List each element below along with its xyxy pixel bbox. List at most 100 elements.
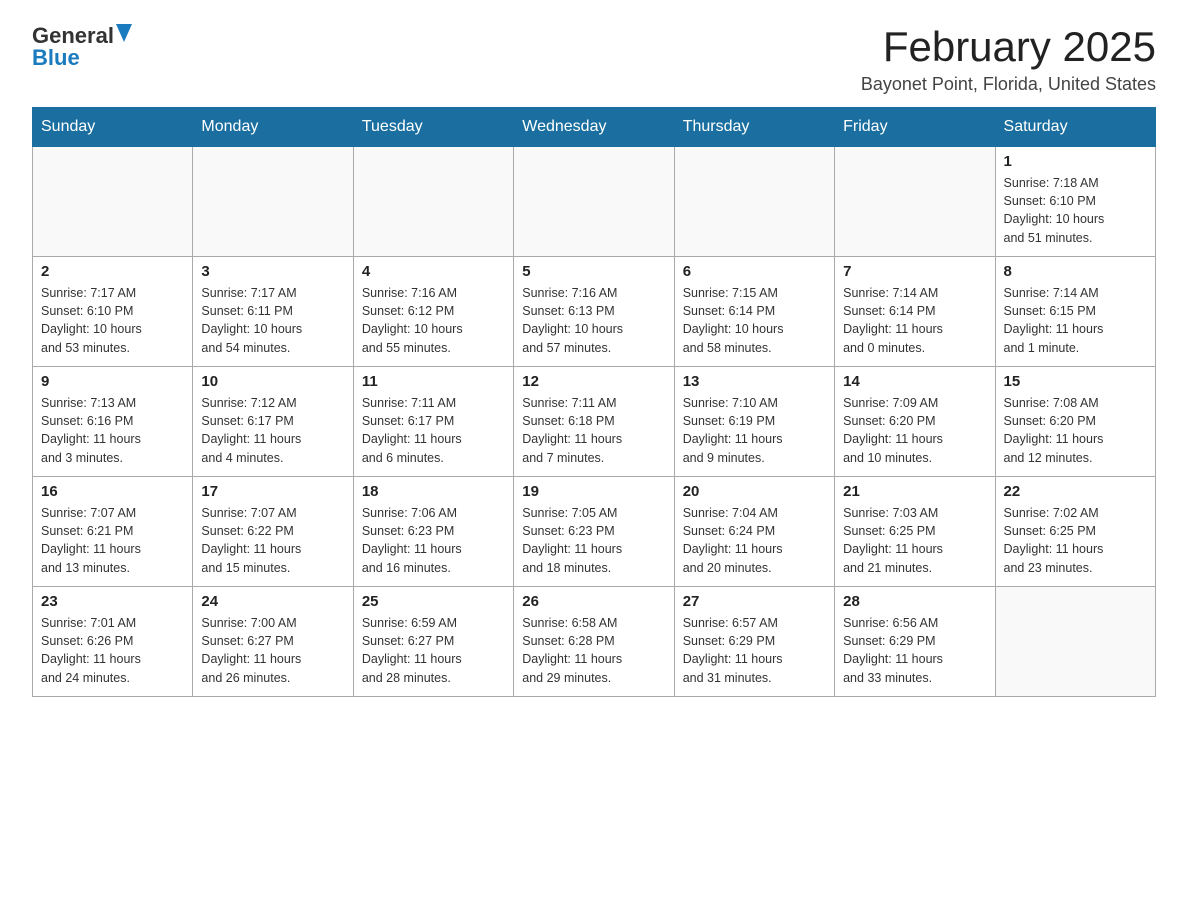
page-header: General Blue February 2025 Bayonet Point…	[32, 24, 1156, 95]
day-number: 25	[362, 593, 505, 610]
calendar-cell: 13 Sunrise: 7:10 AM Sunset: 6:19 PM Dayli…	[674, 367, 834, 477]
calendar-cell	[33, 147, 193, 257]
calendar-cell: 11 Sunrise: 7:11 AM Sunset: 6:17 PM Dayli…	[353, 367, 513, 477]
day-number: 21	[843, 483, 986, 500]
calendar-cell: 23 Sunrise: 7:01 AM Sunset: 6:26 PM Dayli…	[33, 587, 193, 697]
day-info: Sunrise: 7:00 AM Sunset: 6:27 PM Dayligh…	[201, 614, 344, 687]
day-number: 3	[201, 263, 344, 280]
day-number: 17	[201, 483, 344, 500]
day-info: Sunrise: 6:58 AM Sunset: 6:28 PM Dayligh…	[522, 614, 665, 687]
day-number: 6	[683, 263, 826, 280]
day-number: 1	[1004, 153, 1147, 170]
day-number: 24	[201, 593, 344, 610]
day-number: 10	[201, 373, 344, 390]
calendar-cell: 26 Sunrise: 6:58 AM Sunset: 6:28 PM Dayli…	[514, 587, 674, 697]
calendar-cell	[674, 147, 834, 257]
logo: General Blue	[32, 24, 132, 70]
day-info: Sunrise: 7:04 AM Sunset: 6:24 PM Dayligh…	[683, 504, 826, 577]
day-info: Sunrise: 7:08 AM Sunset: 6:20 PM Dayligh…	[1004, 394, 1147, 467]
calendar-week-row: 23 Sunrise: 7:01 AM Sunset: 6:26 PM Dayli…	[33, 587, 1156, 697]
day-info: Sunrise: 7:07 AM Sunset: 6:21 PM Dayligh…	[41, 504, 184, 577]
day-info: Sunrise: 7:18 AM Sunset: 6:10 PM Dayligh…	[1004, 174, 1147, 247]
day-info: Sunrise: 7:09 AM Sunset: 6:20 PM Dayligh…	[843, 394, 986, 467]
day-number: 13	[683, 373, 826, 390]
calendar-title: February 2025	[861, 24, 1156, 70]
day-number: 19	[522, 483, 665, 500]
day-number: 5	[522, 263, 665, 280]
calendar-cell: 5 Sunrise: 7:16 AM Sunset: 6:13 PM Daylig…	[514, 257, 674, 367]
day-info: Sunrise: 7:15 AM Sunset: 6:14 PM Dayligh…	[683, 284, 826, 357]
day-info: Sunrise: 7:11 AM Sunset: 6:18 PM Dayligh…	[522, 394, 665, 467]
day-info: Sunrise: 7:01 AM Sunset: 6:26 PM Dayligh…	[41, 614, 184, 687]
calendar-cell: 10 Sunrise: 7:12 AM Sunset: 6:17 PM Dayli…	[193, 367, 353, 477]
calendar-cell: 8 Sunrise: 7:14 AM Sunset: 6:15 PM Daylig…	[995, 257, 1155, 367]
day-info: Sunrise: 7:11 AM Sunset: 6:17 PM Dayligh…	[362, 394, 505, 467]
day-info: Sunrise: 7:06 AM Sunset: 6:23 PM Dayligh…	[362, 504, 505, 577]
calendar-cell	[995, 587, 1155, 697]
calendar-cell: 18 Sunrise: 7:06 AM Sunset: 6:23 PM Dayli…	[353, 477, 513, 587]
day-info: Sunrise: 7:03 AM Sunset: 6:25 PM Dayligh…	[843, 504, 986, 577]
day-number: 11	[362, 373, 505, 390]
calendar-header-row: SundayMondayTuesdayWednesdayThursdayFrid…	[33, 108, 1156, 147]
day-info: Sunrise: 6:56 AM Sunset: 6:29 PM Dayligh…	[843, 614, 986, 687]
calendar-day-header: Wednesday	[514, 108, 674, 147]
day-info: Sunrise: 7:05 AM Sunset: 6:23 PM Dayligh…	[522, 504, 665, 577]
calendar-week-row: 9 Sunrise: 7:13 AM Sunset: 6:16 PM Daylig…	[33, 367, 1156, 477]
calendar-cell: 7 Sunrise: 7:14 AM Sunset: 6:14 PM Daylig…	[835, 257, 995, 367]
day-number: 8	[1004, 263, 1147, 280]
day-number: 22	[1004, 483, 1147, 500]
calendar-cell: 14Sunrise: 7:09 AM Sunset: 6:20 PM Dayli…	[835, 367, 995, 477]
calendar-day-header: Sunday	[33, 108, 193, 147]
day-number: 27	[683, 593, 826, 610]
calendar-week-row: 1 Sunrise: 7:18 AM Sunset: 6:10 PM Daylig…	[33, 147, 1156, 257]
calendar-cell: 28 Sunrise: 6:56 AM Sunset: 6:29 PM Dayli…	[835, 587, 995, 697]
logo-arrow-icon	[116, 24, 132, 42]
calendar-cell: 3Sunrise: 7:17 AM Sunset: 6:11 PM Daylig…	[193, 257, 353, 367]
calendar-cell: 27 Sunrise: 6:57 AM Sunset: 6:29 PM Dayli…	[674, 587, 834, 697]
calendar-cell	[514, 147, 674, 257]
calendar-cell	[835, 147, 995, 257]
day-info: Sunrise: 7:16 AM Sunset: 6:13 PM Dayligh…	[522, 284, 665, 357]
logo-general-text: General	[32, 25, 114, 47]
calendar-day-header: Tuesday	[353, 108, 513, 147]
calendar-cell: 21 Sunrise: 7:03 AM Sunset: 6:25 PM Dayli…	[835, 477, 995, 587]
calendar-cell: 9 Sunrise: 7:13 AM Sunset: 6:16 PM Daylig…	[33, 367, 193, 477]
calendar-cell: 22 Sunrise: 7:02 AM Sunset: 6:25 PM Dayli…	[995, 477, 1155, 587]
day-number: 16	[41, 483, 184, 500]
day-number: 15	[1004, 373, 1147, 390]
day-info: Sunrise: 6:57 AM Sunset: 6:29 PM Dayligh…	[683, 614, 826, 687]
day-number: 26	[522, 593, 665, 610]
day-info: Sunrise: 7:17 AM Sunset: 6:10 PM Dayligh…	[41, 284, 184, 357]
day-number: 18	[362, 483, 505, 500]
day-number: 7	[843, 263, 986, 280]
day-info: Sunrise: 7:02 AM Sunset: 6:25 PM Dayligh…	[1004, 504, 1147, 577]
day-number: 9	[41, 373, 184, 390]
day-info: Sunrise: 7:07 AM Sunset: 6:22 PM Dayligh…	[201, 504, 344, 577]
day-info: Sunrise: 7:16 AM Sunset: 6:12 PM Dayligh…	[362, 284, 505, 357]
calendar-day-header: Thursday	[674, 108, 834, 147]
day-number: 23	[41, 593, 184, 610]
day-info: Sunrise: 7:13 AM Sunset: 6:16 PM Dayligh…	[41, 394, 184, 467]
calendar-cell: 16 Sunrise: 7:07 AM Sunset: 6:21 PM Dayli…	[33, 477, 193, 587]
calendar-table: SundayMondayTuesdayWednesdayThursdayFrid…	[32, 107, 1156, 697]
calendar-cell: 20 Sunrise: 7:04 AM Sunset: 6:24 PM Dayli…	[674, 477, 834, 587]
calendar-day-header: Monday	[193, 108, 353, 147]
day-info: Sunrise: 7:14 AM Sunset: 6:15 PM Dayligh…	[1004, 284, 1147, 357]
day-number: 28	[843, 593, 986, 610]
day-number: 4	[362, 263, 505, 280]
day-number: 20	[683, 483, 826, 500]
calendar-week-row: 2Sunrise: 7:17 AM Sunset: 6:10 PM Daylig…	[33, 257, 1156, 367]
calendar-cell	[193, 147, 353, 257]
day-info: Sunrise: 7:12 AM Sunset: 6:17 PM Dayligh…	[201, 394, 344, 467]
calendar-cell: 24 Sunrise: 7:00 AM Sunset: 6:27 PM Dayli…	[193, 587, 353, 697]
day-number: 12	[522, 373, 665, 390]
logo-blue-text: Blue	[32, 45, 80, 70]
calendar-cell: 25Sunrise: 6:59 AM Sunset: 6:27 PM Dayli…	[353, 587, 513, 697]
calendar-cell: 4 Sunrise: 7:16 AM Sunset: 6:12 PM Daylig…	[353, 257, 513, 367]
calendar-subtitle: Bayonet Point, Florida, United States	[861, 74, 1156, 95]
day-info: Sunrise: 7:10 AM Sunset: 6:19 PM Dayligh…	[683, 394, 826, 467]
calendar-day-header: Saturday	[995, 108, 1155, 147]
day-info: Sunrise: 7:14 AM Sunset: 6:14 PM Dayligh…	[843, 284, 986, 357]
calendar-cell: 12 Sunrise: 7:11 AM Sunset: 6:18 PM Dayli…	[514, 367, 674, 477]
calendar-day-header: Friday	[835, 108, 995, 147]
